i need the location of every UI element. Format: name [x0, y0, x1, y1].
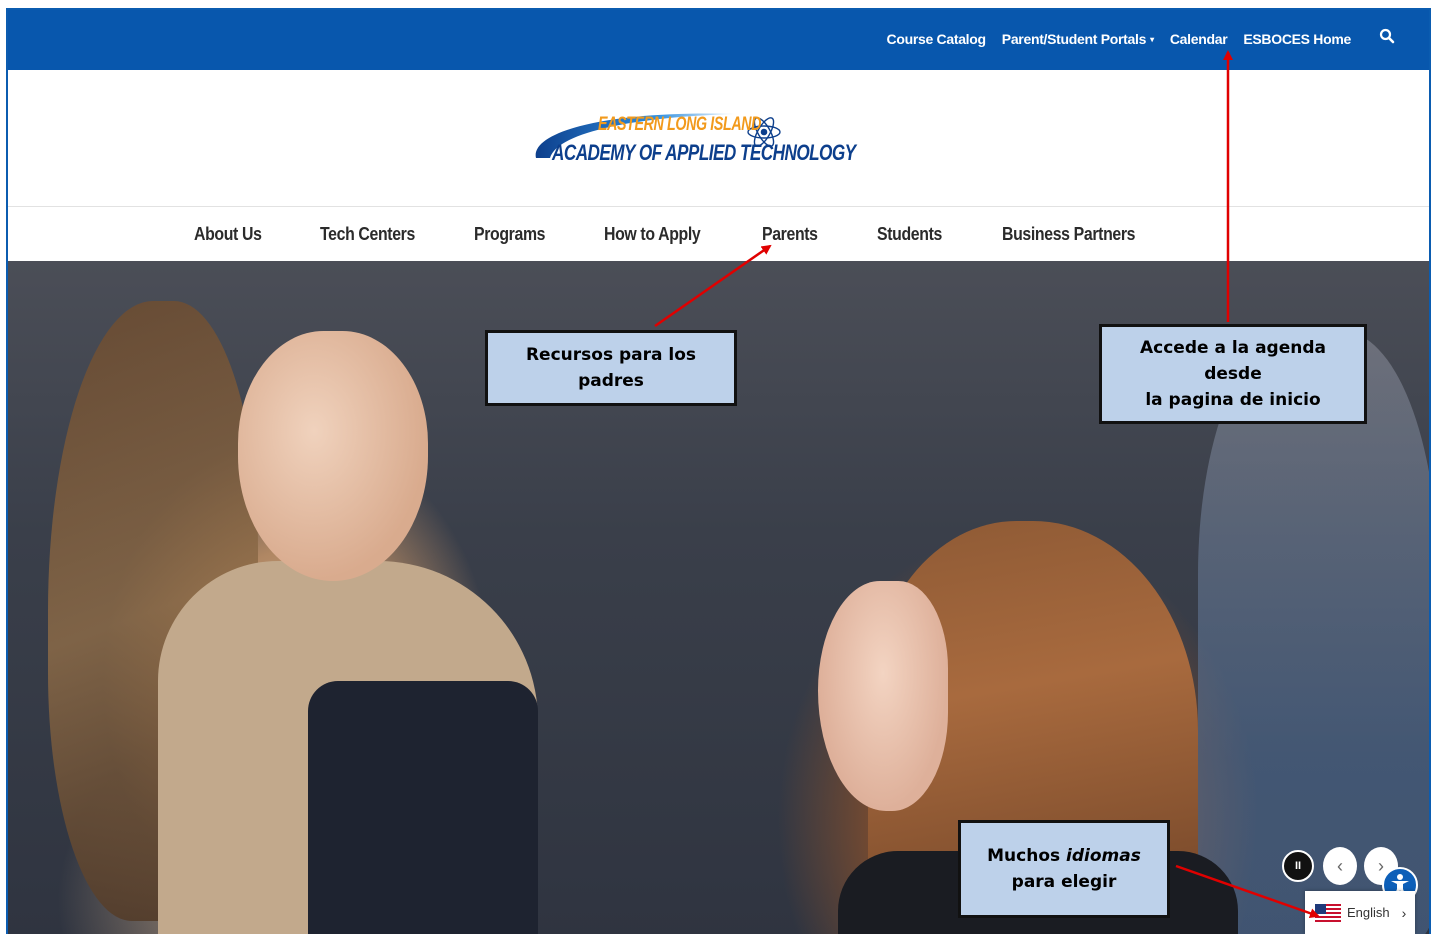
- portals-label: Parent/Student Portals: [1001, 31, 1147, 47]
- main-nav: About Us Tech Centers Programs How to Ap…: [8, 207, 1429, 261]
- academy-logo[interactable]: EASTERN LONG ISLAND ACADEMY OF APPLIED T…: [528, 100, 856, 174]
- hero-stylist-face: [238, 331, 428, 581]
- parent-student-portals-link[interactable]: Parent/Student Portals ▾: [1002, 31, 1154, 47]
- callout-languages: Muchos idiomas para elegir: [958, 820, 1170, 918]
- logo-line-1: EASTERN LONG ISLAND: [598, 114, 762, 135]
- logo-band: EASTERN LONG ISLAND ACADEMY OF APPLIED T…: [8, 70, 1429, 207]
- nav-about-us[interactable]: About Us: [194, 224, 262, 245]
- callout-calendar-line-2: la pagina de inicio: [1145, 390, 1321, 410]
- nav-tech-centers[interactable]: Tech Centers: [320, 224, 415, 245]
- callout-parents-text: Recursos para los padres: [525, 345, 697, 391]
- hero-client-face: [818, 581, 948, 811]
- nav-business-partners[interactable]: Business Partners: [1002, 224, 1135, 245]
- caret-down-icon: ▾: [1150, 34, 1154, 44]
- chevron-right-icon: ›: [1401, 904, 1407, 921]
- callout-parents: Recursos para los padres: [485, 330, 737, 406]
- callout-languages-text-b: idiomas: [1066, 846, 1141, 866]
- callout-calendar: Accede a la agenda desde la pagina de in…: [1099, 324, 1367, 424]
- utility-bar: Course Catalog Parent/Student Portals ▾ …: [8, 10, 1429, 70]
- nav-programs[interactable]: Programs: [474, 224, 545, 245]
- esboces-home-link[interactable]: ESBOCES Home: [1243, 31, 1351, 47]
- hero-stylist-apron: [308, 681, 538, 934]
- callout-languages-text-a: Muchos: [987, 846, 1067, 866]
- search-icon[interactable]: [1379, 28, 1401, 50]
- nav-parents[interactable]: Parents: [762, 224, 818, 245]
- calendar-link[interactable]: Calendar: [1170, 31, 1228, 47]
- slider-prev-button[interactable]: ‹: [1323, 847, 1357, 885]
- browser-viewport: Course Catalog Parent/Student Portals ▾ …: [6, 8, 1431, 934]
- slider-pause-button[interactable]: II: [1282, 850, 1314, 882]
- language-selector[interactable]: English ›: [1305, 891, 1415, 934]
- nav-how-to-apply[interactable]: How to Apply: [604, 224, 701, 245]
- language-label: English: [1347, 905, 1390, 920]
- utility-links: Course Catalog Parent/Student Portals ▾ …: [887, 28, 1401, 50]
- callout-languages-line-2: para elegir: [1011, 872, 1117, 892]
- course-catalog-link[interactable]: Course Catalog: [887, 31, 987, 47]
- logo-line-2: ACADEMY OF APPLIED TECHNOLOGY: [552, 140, 856, 165]
- callout-languages-line-1: Muchos idiomas: [987, 843, 1141, 869]
- flag-us-icon: [1315, 903, 1341, 922]
- callout-calendar-line-1: Accede a la agenda desde: [1140, 338, 1326, 384]
- nav-students[interactable]: Students: [877, 224, 942, 245]
